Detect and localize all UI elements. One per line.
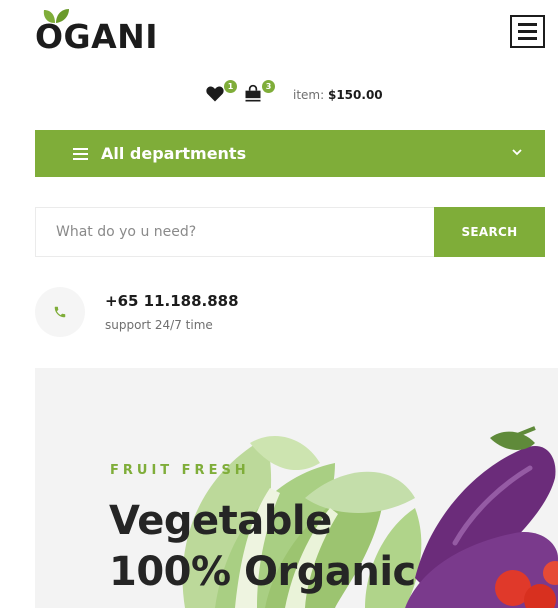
- hero-tag: FRUIT FRESH: [110, 463, 250, 478]
- search-form: SEARCH: [35, 207, 545, 257]
- chevron-down-icon: [512, 149, 522, 156]
- phone-number: +65 11.188.888: [105, 292, 239, 310]
- hero-banner: FRUIT FRESH Vegetable 100% Organic: [35, 368, 558, 608]
- logo[interactable]: OGANI: [35, 8, 165, 56]
- heart-icon: [206, 86, 224, 102]
- departments-dropdown[interactable]: All departments: [35, 130, 545, 177]
- menu-button[interactable]: [510, 15, 545, 48]
- shopping-bag-icon: [245, 84, 261, 102]
- hero-title-line2: 100% Organic: [109, 549, 416, 595]
- cart-label: item:: [293, 88, 325, 102]
- phone-icon-circle: [35, 287, 85, 337]
- menu-icon-bar: [518, 30, 537, 33]
- departments-label: All departments: [101, 144, 247, 163]
- header-cart-area: 1 3 item: $150.00: [205, 80, 383, 110]
- hero-title: Vegetable 100% Organic: [109, 496, 416, 598]
- wishlist-count-badge: 1: [224, 80, 237, 93]
- phone-icon: [54, 306, 66, 318]
- logo-text: OGANI: [35, 17, 159, 56]
- search-button[interactable]: SEARCH: [434, 207, 545, 257]
- wishlist-button[interactable]: 1: [205, 80, 237, 106]
- bars-icon: [73, 147, 88, 160]
- cart-count-badge: 3: [262, 80, 275, 93]
- search-input[interactable]: [35, 207, 434, 257]
- cart-total: item: $150.00: [293, 88, 383, 102]
- cart-button[interactable]: 3: [243, 80, 275, 106]
- hero-title-line1: Vegetable: [109, 498, 332, 544]
- phone-subtitle: support 24/7 time: [105, 318, 213, 332]
- contact-phone: +65 11.188.888 support 24/7 time: [35, 287, 239, 337]
- menu-icon-bar: [518, 23, 537, 26]
- cart-total-value: $150.00: [327, 88, 383, 102]
- menu-icon-bar: [518, 37, 537, 40]
